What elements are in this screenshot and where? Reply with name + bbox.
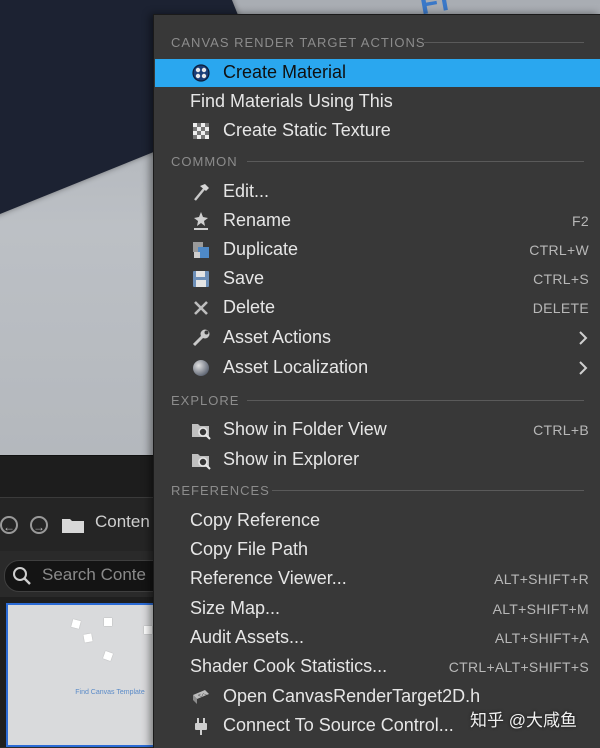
menu-item-label: Size Map... [190, 598, 281, 618]
menu-item-label: Asset Localization [223, 357, 369, 377]
section-divider [272, 490, 584, 491]
menu-item-label: Create Material [223, 62, 347, 82]
thumb-shape [144, 626, 152, 634]
delete-x-icon [194, 301, 208, 315]
wrench-icon [192, 329, 210, 347]
duplicate-icon [193, 242, 209, 258]
source-control-plug-icon [195, 718, 207, 735]
shortcut-label: ALT+SHIFT+M [492, 601, 589, 617]
menu-item-show-in-explorer[interactable]: Show in Explorer [155, 446, 600, 474]
menu-item-rename[interactable]: Rename F2 [155, 207, 600, 235]
menu-item-label: Create Static Texture [223, 120, 391, 140]
svg-text:</>: </> [198, 693, 207, 699]
edit-hammer-icon [194, 184, 209, 201]
section-header-canvas-actions: CANVAS RENDER TARGET ACTIONS [171, 35, 426, 50]
shortcut-label: ALT+SHIFT+R [494, 571, 589, 587]
code-file-icon: </> [193, 690, 209, 704]
menu-item-label: Save [223, 268, 265, 288]
menu-item-label: Asset Actions [223, 327, 332, 347]
folder-icon[interactable] [61, 516, 85, 534]
folder-search-icon [192, 424, 211, 440]
save-floppy-icon [193, 271, 209, 287]
static-texture-icon [193, 123, 209, 139]
menu-item-label: Delete [223, 297, 276, 317]
shortcut-label: CTRL+S [533, 271, 589, 287]
shortcut-label: DELETE [532, 300, 589, 316]
back-icon[interactable]: ← [0, 516, 18, 534]
menu-item-label: Find Materials Using This [190, 91, 393, 111]
menu-item-copy-reference[interactable]: Copy Reference [155, 507, 600, 535]
section-header-common: COMMON [171, 154, 238, 169]
thumb-shape [104, 618, 112, 626]
menu-item-reference-viewer[interactable]: Reference Viewer... ALT+SHIFT+R [155, 565, 600, 593]
section-divider [424, 42, 584, 43]
menu-item-create-static-texture[interactable]: Create Static Texture [155, 117, 600, 145]
menu-item-delete[interactable]: Delete DELETE [155, 294, 600, 322]
shortcut-label: CTRL+W [529, 242, 589, 258]
create-material-icon [192, 64, 210, 82]
shortcut-label: CTRL+B [533, 422, 589, 438]
menu-item-label: Duplicate [223, 239, 299, 259]
search-icon [13, 567, 31, 585]
thumb-shape [83, 633, 93, 643]
menu-item-edit[interactable]: Edit... [155, 178, 600, 206]
menu-item-asset-localization[interactable]: Asset Localization [155, 354, 600, 382]
menu-item-copy-file-path[interactable]: Copy File Path [155, 536, 600, 564]
section-header-references: REFERENCES [171, 483, 270, 498]
menu-item-label: Open CanvasRenderTarget2D.h [223, 686, 481, 706]
forward-icon[interactable]: → [30, 516, 48, 534]
menu-item-label: Reference Viewer... [190, 568, 347, 588]
menu-item-label: Audit Assets... [190, 627, 305, 647]
folder-search-icon [192, 454, 211, 470]
chevron-right-icon [579, 331, 588, 345]
section-header-explore: EXPLORE [171, 393, 240, 408]
content-path-label[interactable]: Conten [95, 512, 150, 532]
section-divider [247, 161, 584, 162]
menu-item-label: Rename [223, 210, 292, 230]
menu-item-label: Copy Reference [190, 510, 321, 530]
chevron-right-icon [579, 361, 588, 375]
asset-thumbnail[interactable] [6, 603, 156, 747]
menu-item-audit-assets[interactable]: Audit Assets... ALT+SHIFT+A [155, 624, 600, 652]
menu-item-label: Copy File Path [190, 539, 309, 559]
menu-item-label: Shader Cook Statistics... [190, 656, 388, 676]
shortcut-label: ALT+SHIFT+A [494, 630, 589, 646]
menu-item-label: Connect To Source Control... [223, 715, 454, 735]
menu-item-duplicate[interactable]: Duplicate CTRL+W [155, 236, 600, 264]
menu-item-create-material[interactable]: Create Material [155, 59, 600, 87]
search-input[interactable] [42, 563, 152, 587]
shortcut-label: F2 [572, 213, 589, 229]
menu-item-asset-actions[interactable]: Asset Actions [155, 324, 600, 352]
thumbnail-title: Find Canvas Template [75, 689, 145, 696]
menu-item-label: Edit... [223, 181, 270, 201]
globe-icon [193, 360, 209, 376]
shortcut-label: CTRL+ALT+SHIFT+S [448, 659, 589, 675]
menu-item-label: Show in Folder View [223, 419, 387, 439]
watermark-text: 知乎 @大咸鱼 [470, 711, 577, 730]
menu-item-show-in-folder-view[interactable]: Show in Folder View CTRL+B [155, 416, 600, 444]
rename-icon [194, 212, 208, 230]
menu-item-find-materials[interactable]: Find Materials Using This [155, 88, 600, 116]
menu-item-size-map[interactable]: Size Map... ALT+SHIFT+M [155, 595, 600, 623]
menu-item-shader-cook-statistics[interactable]: Shader Cook Statistics... CTRL+ALT+SHIFT… [155, 653, 600, 681]
menu-item-save[interactable]: Save CTRL+S [155, 265, 600, 293]
section-divider [247, 400, 584, 401]
menu-item-label: Show in Explorer [223, 449, 360, 469]
context-menu: CANVAS RENDER TARGET ACTIONS Create Mate… [153, 14, 600, 748]
